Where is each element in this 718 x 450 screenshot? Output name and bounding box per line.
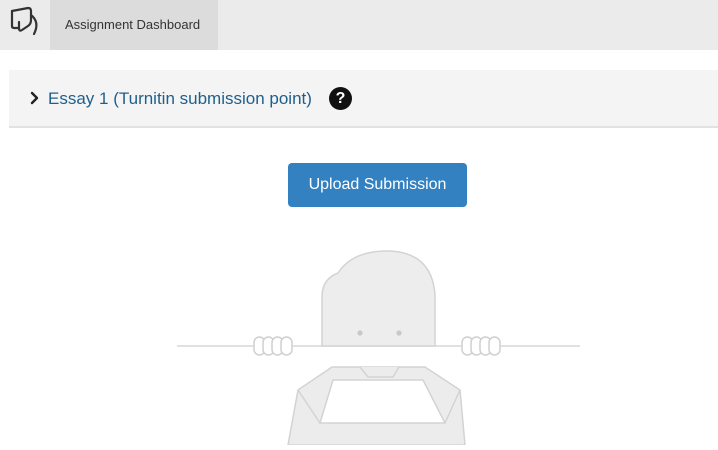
upload-submission-button[interactable]: Upload Submission: [288, 163, 467, 207]
assignment-title-link[interactable]: Essay 1 (Turnitin submission point): [48, 89, 312, 109]
empty-inbox-character-illustration: [170, 245, 590, 446]
tab-assignment-dashboard[interactable]: Assignment Dashboard: [50, 0, 218, 50]
assignment-header: Essay 1 (Turnitin submission point) ?: [9, 70, 718, 128]
top-bar: Assignment Dashboard: [0, 0, 718, 50]
question-circle-icon[interactable]: ?: [329, 87, 352, 110]
tab-label: Assignment Dashboard: [65, 17, 201, 32]
chevron-right-icon[interactable]: [28, 90, 42, 106]
turnitin-logo-icon[interactable]: [0, 0, 50, 50]
